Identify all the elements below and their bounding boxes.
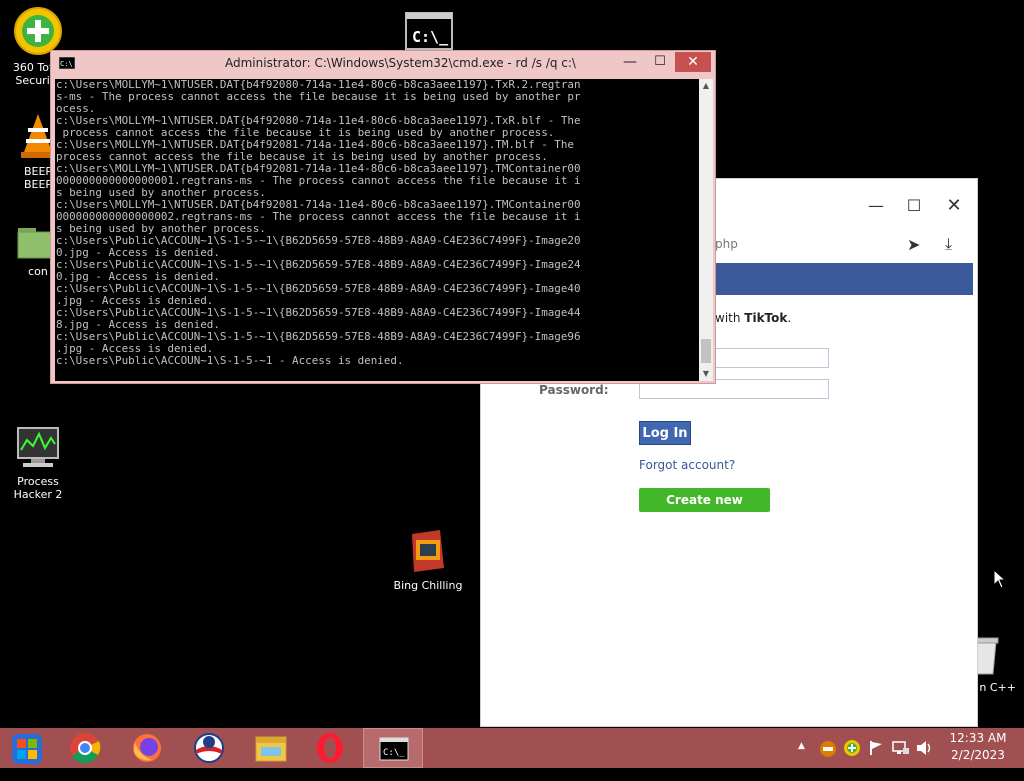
svg-text:C:\_: C:\_ — [383, 748, 405, 758]
taskbar-chrome[interactable] — [55, 728, 115, 768]
console-line: s-ms - The process cannot access the fil… — [56, 90, 581, 103]
taskbar-firefox[interactable] — [117, 728, 177, 768]
volume-icon[interactable] — [916, 740, 934, 780]
taskbar: C:\_ ▲ 12:33 AM 2/2/2023 — [0, 728, 1024, 768]
scrollbar[interactable]: ▲ ▼ — [699, 79, 713, 381]
desktop-icon-bing-chilling[interactable]: Bing Chilling — [390, 528, 466, 592]
clock-date: 2/2/2023 — [951, 748, 1005, 762]
login-with-text: with TikTok. — [715, 311, 791, 325]
process-hacker-icon — [17, 427, 59, 467]
taskbar-obama-app[interactable] — [179, 728, 239, 768]
360-security-icon — [14, 7, 62, 55]
url-text: php — [715, 237, 738, 251]
cmd-title-icon: C:\ — [59, 57, 75, 69]
taskbar-file-explorer[interactable] — [241, 728, 301, 768]
desktop-icon-cmd[interactable]: C:\_ — [391, 12, 467, 55]
windows-start-icon — [12, 734, 42, 764]
taskbar-clock[interactable]: 12:33 AM 2/2/2023 — [942, 730, 1014, 764]
password-label: Password: — [539, 383, 609, 397]
action-center-flag-icon[interactable] — [868, 740, 884, 780]
cmd-window[interactable]: C:\ Administrator: C:\Windows\System32\c… — [50, 50, 716, 384]
svg-text:C:\: C:\ — [60, 60, 73, 68]
desktop-icon-process-hacker-2[interactable]: Process Hacker 2 — [0, 426, 76, 501]
cmd-icon: C:\_ — [405, 12, 453, 50]
download-icon[interactable]: ⤓ — [945, 234, 952, 254]
security-tray-icon[interactable] — [819, 740, 837, 780]
taskbar-cmd[interactable]: C:\_ — [363, 728, 423, 768]
cmd-icon: C:\_ — [379, 737, 409, 761]
taskbar-opera[interactable] — [302, 728, 362, 768]
network-icon[interactable] — [892, 740, 910, 780]
desktop-icon-label: Bing Chilling — [393, 579, 463, 592]
forgot-account-link[interactable]: Forgot account? — [639, 458, 735, 472]
360-tray-icon[interactable] — [843, 739, 861, 779]
scroll-thumb[interactable] — [701, 339, 711, 363]
chrome-icon — [70, 733, 101, 764]
cmd-title: Administrator: C:\Windows\System32\cmd.e… — [225, 56, 576, 70]
console-output[interactable]: c:\Users\MOLLYM~1\NTUSER.DAT{b4f92080-71… — [55, 79, 700, 381]
taskbar-start[interactable] — [0, 728, 60, 768]
opera-icon — [317, 733, 343, 763]
show-hidden-icons-icon[interactable]: ▲ — [798, 741, 805, 781]
send-icon[interactable]: ➤ — [907, 235, 920, 254]
mouse-cursor-icon — [993, 569, 1007, 589]
close-button[interactable]: ✕ — [941, 193, 967, 219]
with-end: . — [787, 311, 792, 325]
obama-logo-icon — [194, 733, 224, 763]
minimize-button[interactable]: — — [863, 193, 889, 219]
console-line: c:\Users\Public\ACCOUN~1\S-1-5-~1 - Acce… — [56, 354, 404, 367]
file-explorer-icon — [255, 736, 287, 762]
with-text: with — [715, 311, 745, 325]
app-box-icon — [412, 530, 444, 572]
firefox-icon — [133, 734, 161, 762]
clock-time: 12:33 AM — [949, 731, 1007, 745]
scroll-up-icon[interactable]: ▲ — [699, 79, 713, 93]
maximize-button[interactable]: ☐ — [901, 193, 927, 219]
login-button[interactable]: Log In — [639, 421, 691, 445]
maximize-button[interactable]: ☐ — [647, 53, 673, 73]
create-account-button[interactable]: Create new account — [639, 488, 770, 531]
minimize-button[interactable]: — — [617, 53, 643, 73]
close-button[interactable]: ✕ — [675, 52, 711, 72]
with-brand: TikTok — [744, 311, 788, 325]
cmd-titlebar[interactable]: C:\ Administrator: C:\Windows\System32\c… — [51, 51, 715, 76]
desktop-icon-label: Process Hacker 2 — [13, 475, 63, 501]
svg-text:C:\_: C:\_ — [412, 28, 449, 46]
scroll-down-icon[interactable]: ▼ — [699, 367, 713, 381]
